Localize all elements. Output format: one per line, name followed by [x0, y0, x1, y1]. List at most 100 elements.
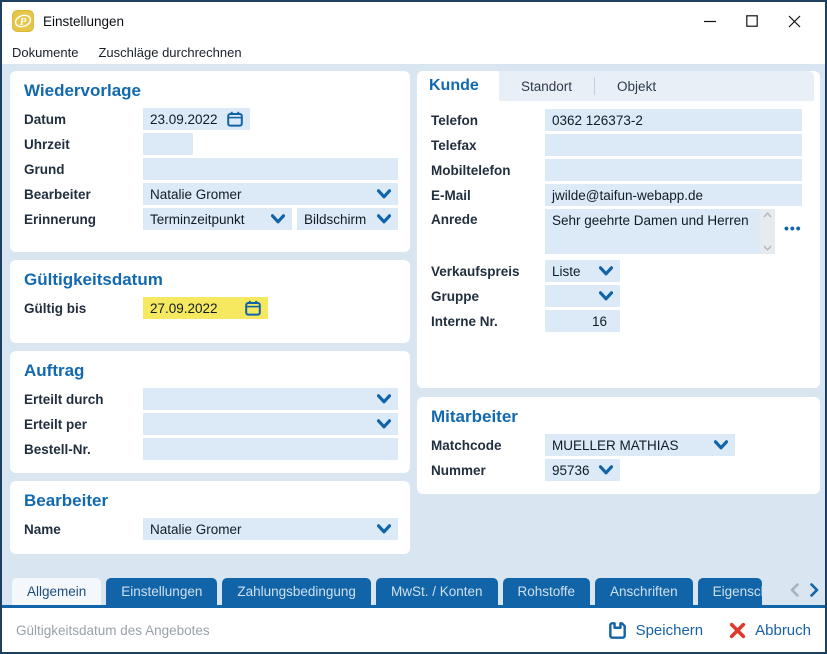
interne-nr-label: Interne Nr.: [427, 314, 545, 329]
telefax-label: Telefax: [427, 138, 545, 153]
email-field[interactable]: jwilde@taifun-webapp.de: [545, 184, 802, 206]
menu-zuschlaege-durchrechnen[interactable]: Zuschläge durchrechnen: [98, 45, 241, 60]
gueltig-bis-value: 27.09.2022: [150, 301, 218, 316]
anrede-scrollbar[interactable]: [760, 209, 775, 254]
telefon-value: 0362 126373-2: [552, 113, 643, 128]
kunde-card: Kunde Standort Objekt Telefon 0362 12637…: [417, 71, 820, 388]
kunde-tabbar: Kunde Standort Objekt: [417, 71, 814, 101]
gruppe-dropdown[interactable]: [545, 285, 620, 307]
bottom-tab-eigenschaften[interactable]: Eigensch: [698, 578, 762, 605]
telefon-field[interactable]: 0362 126373-2: [545, 109, 802, 131]
datum-field[interactable]: 23.09.2022: [143, 108, 250, 130]
chevron-down-icon: [377, 524, 391, 534]
content-area: Wiedervorlage Datum 23.09.2022 Uhrzeit G…: [2, 64, 825, 577]
bottom-tab-allgemein[interactable]: Allgemein: [12, 578, 101, 605]
verkaufspreis-label: Verkaufspreis: [427, 264, 545, 279]
interne-nr-field[interactable]: 16: [545, 310, 620, 332]
chevron-down-icon: [377, 189, 391, 199]
wiedervorlage-heading: Wiedervorlage: [24, 81, 398, 101]
chevron-down-icon: [377, 394, 391, 404]
name-dropdown[interactable]: Natalie Gromer: [143, 518, 398, 540]
erteilt-durch-dropdown[interactable]: [143, 388, 398, 410]
scroll-right-icon[interactable]: [807, 580, 821, 600]
bottom-tab-einstellungen[interactable]: Einstellungen: [106, 578, 217, 605]
chevron-down-icon: [599, 465, 613, 475]
nummer-dropdown[interactable]: 95736: [545, 459, 620, 481]
email-value: jwilde@taifun-webapp.de: [552, 188, 703, 203]
bottom-tab-zahlungsbedingung[interactable]: Zahlungsbedingung: [222, 578, 371, 605]
gueltigkeitsdatum-heading: Gültigkeitsdatum: [24, 270, 398, 290]
svg-text:P: P: [20, 16, 27, 28]
tab-standort[interactable]: Standort: [499, 71, 594, 101]
minimize-icon[interactable]: [689, 6, 731, 36]
right-column: Kunde Standort Objekt Telefon 0362 12637…: [417, 71, 820, 577]
app-logo-icon: P: [12, 10, 34, 32]
chevron-down-icon: [271, 214, 285, 224]
bottom-tab-mwst-konten[interactable]: MwSt. / Konten: [376, 578, 498, 605]
bearbeiter-label: Bearbeiter: [20, 187, 143, 202]
mobiltelefon-label: Mobiltelefon: [427, 163, 545, 178]
anrede-field[interactable]: Sehr geehrte Damen und Herren: [545, 209, 775, 254]
calendar-icon[interactable]: [245, 300, 261, 316]
window-title: Einstellungen: [43, 14, 124, 29]
verkaufspreis-value: Liste: [552, 264, 581, 279]
erinnerung-art-dropdown[interactable]: Bildschirm: [297, 208, 398, 230]
settings-window: P Einstellungen Dokumente Zuschläge durc…: [0, 0, 827, 654]
chevron-up-icon[interactable]: [763, 212, 772, 218]
mobiltelefon-field[interactable]: [545, 159, 802, 181]
uhrzeit-field[interactable]: [143, 133, 193, 155]
nummer-label: Nummer: [427, 463, 545, 478]
matchcode-dropdown[interactable]: MUELLER MATHIAS: [545, 434, 735, 456]
save-floppy-icon: [608, 621, 627, 640]
bottom-tab-rohstoffe[interactable]: Rohstoffe: [503, 578, 591, 605]
bottom-tab-anschriften[interactable]: Anschriften: [595, 578, 693, 605]
matchcode-value: MUELLER MATHIAS: [552, 438, 679, 453]
calendar-icon[interactable]: [227, 111, 243, 127]
status-hint: Gültigkeitsdatum des Angebotes: [16, 623, 582, 638]
auftrag-heading: Auftrag: [24, 361, 398, 381]
chevron-down-icon: [377, 214, 391, 224]
bearbeiter-dropdown[interactable]: Natalie Gromer: [143, 183, 398, 205]
nummer-value: 95736: [552, 463, 590, 478]
gueltig-bis-field[interactable]: 27.09.2022: [143, 297, 268, 319]
name-value: Natalie Gromer: [150, 522, 242, 537]
mitarbeiter-card: Mitarbeiter Matchcode MUELLER MATHIAS Nu…: [417, 397, 820, 494]
ellipsis-button[interactable]: •••: [784, 220, 802, 236]
tab-kunde[interactable]: Kunde: [417, 71, 499, 101]
wiedervorlage-card: Wiedervorlage Datum 23.09.2022 Uhrzeit G…: [10, 71, 410, 252]
erinnerung-zeitpunkt-value: Terminzeitpunkt: [150, 212, 245, 227]
verkaufspreis-dropdown[interactable]: Liste: [545, 260, 620, 282]
bestell-nr-field[interactable]: [143, 438, 398, 460]
telefon-label: Telefon: [427, 113, 545, 128]
tab-objekt[interactable]: Objekt: [595, 71, 678, 101]
bottom-tabstrip: Allgemein Einstellungen Zahlungsbedingun…: [2, 577, 825, 608]
cancel-button[interactable]: Abbruch: [729, 622, 811, 639]
erinnerung-zeitpunkt-dropdown[interactable]: Terminzeitpunkt: [143, 208, 292, 230]
erteilt-per-label: Erteilt per: [20, 417, 143, 432]
interne-nr-value: 16: [592, 314, 607, 329]
auftrag-card: Auftrag Erteilt durch Erteilt per: [10, 351, 410, 473]
save-button[interactable]: Speichern: [608, 621, 704, 640]
grund-field[interactable]: [143, 158, 398, 180]
statusbar: Gültigkeitsdatum des Angebotes Speichern…: [2, 608, 825, 652]
grund-label: Grund: [20, 162, 143, 177]
maximize-icon[interactable]: [731, 6, 773, 36]
anrede-label: Anrede: [427, 212, 545, 227]
telefax-field[interactable]: [545, 134, 802, 156]
save-label: Speichern: [636, 622, 704, 639]
anrede-value: Sehr geehrte Damen und Herren: [552, 213, 749, 228]
name-label: Name: [20, 522, 143, 537]
close-icon[interactable]: [773, 6, 815, 36]
cancel-label: Abbruch: [755, 622, 811, 639]
datum-label: Datum: [20, 112, 143, 127]
chevron-down-icon: [599, 291, 613, 301]
menubar: Dokumente Zuschläge durchrechnen: [2, 40, 825, 64]
menu-dokumente[interactable]: Dokumente: [12, 45, 78, 60]
datum-value: 23.09.2022: [150, 112, 218, 127]
chevron-down-icon[interactable]: [763, 245, 772, 251]
uhrzeit-label: Uhrzeit: [20, 137, 143, 152]
erteilt-per-dropdown[interactable]: [143, 413, 398, 435]
email-label: E-Mail: [427, 188, 545, 203]
erteilt-durch-label: Erteilt durch: [20, 392, 143, 407]
scroll-left-icon[interactable]: [787, 580, 801, 600]
